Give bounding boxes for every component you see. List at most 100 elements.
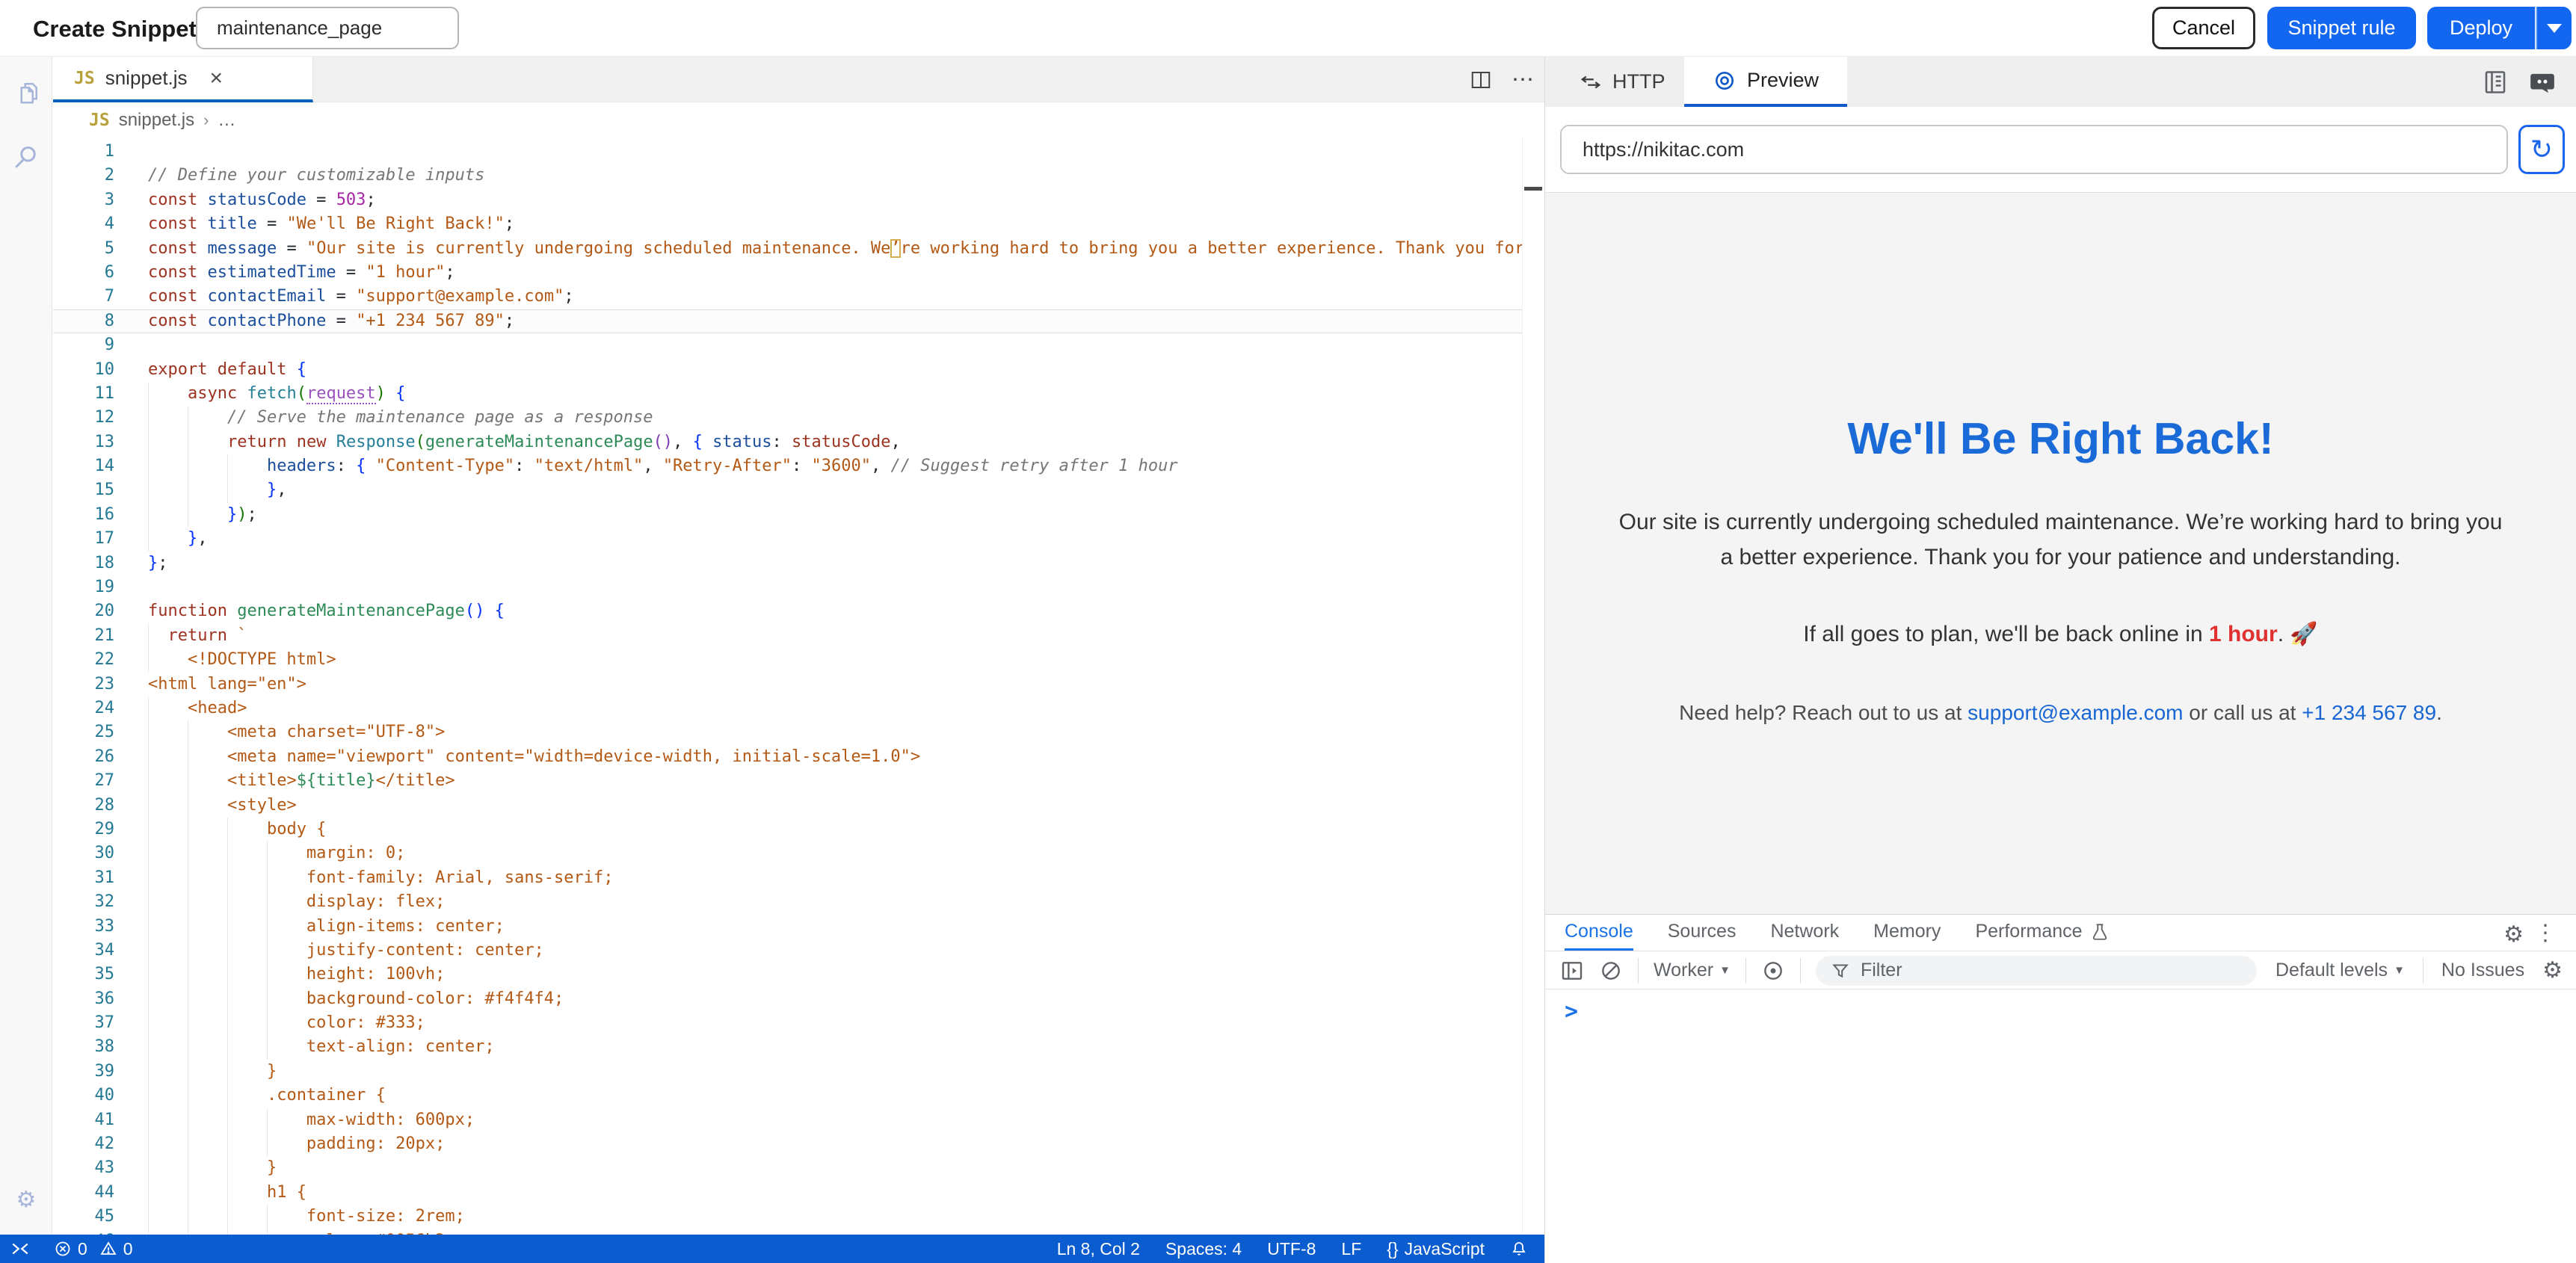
code-line[interactable]: 46 color: #0056b3 [53, 1229, 1522, 1235]
code-line[interactable]: 40 .container { [53, 1084, 1522, 1108]
snippet-name-input[interactable] [196, 7, 459, 49]
code-line[interactable]: 23<html lang="en"> [53, 673, 1522, 697]
code-line[interactable]: 34 justify-content: center; [53, 939, 1522, 963]
code-line[interactable]: 15 }, [53, 478, 1522, 502]
code-line[interactable]: 42 padding: 20px; [53, 1132, 1522, 1156]
indent-guide [267, 866, 268, 890]
code-line[interactable]: 37 color: #333; [53, 1011, 1522, 1035]
code-line[interactable]: 25 <meta charset="UTF-8"> [53, 720, 1522, 744]
code-line[interactable]: 41 max-width: 600px; [53, 1108, 1522, 1132]
code-line[interactable]: 29 body { [53, 818, 1522, 842]
console-filter-input[interactable]: Filter [1816, 956, 2257, 986]
code-token: statusCode [207, 191, 306, 209]
code-line[interactable]: 20function generateMaintenancePage() { [53, 599, 1522, 623]
support-email-link[interactable]: support@example.com [1968, 701, 2183, 724]
problems-indicator[interactable]: 0 0 [54, 1239, 133, 1259]
code-line[interactable]: 22 <!DOCTYPE html> [53, 648, 1522, 672]
code-line[interactable]: 28 <style> [53, 794, 1522, 818]
deploy-button[interactable]: Deploy [2427, 7, 2535, 49]
code-line[interactable]: 11 async fetch(request) { [53, 382, 1522, 406]
code-line[interactable]: 36 background-color: #f4f4f4; [53, 987, 1522, 1011]
code-line[interactable]: 30 margin: 0; [53, 842, 1522, 865]
breadcrumb[interactable]: JS snippet.js › … [53, 103, 1544, 138]
devtools-tab-memory[interactable]: Memory [1873, 915, 1941, 951]
code-line[interactable]: 27 <title>${title}</title> [53, 769, 1522, 793]
code-line[interactable]: 7const contactEmail = "support@example.c… [53, 285, 1522, 309]
devtools-kebab-menu-icon[interactable]: ⋮ [2534, 920, 2557, 946]
code-line[interactable]: 9 [53, 333, 1522, 357]
code-line[interactable]: 8const contactPhone = "+1 234 567 89"; [53, 309, 1522, 333]
files-icon[interactable] [10, 78, 43, 111]
worker-context-dropdown[interactable]: Worker ▼ [1654, 960, 1731, 981]
remote-indicator-icon[interactable] [10, 1239, 30, 1259]
code-line[interactable]: 6const estimatedTime = "1 hour"; [53, 261, 1522, 285]
devtools-tab-network[interactable]: Network [1770, 915, 1839, 951]
search-icon[interactable] [10, 140, 43, 173]
code-line[interactable]: 4const title = "We'll Be Right Back!"; [53, 212, 1522, 236]
breadcrumb-more[interactable]: … [218, 110, 235, 131]
code-line[interactable]: 31 font-family: Arial, sans-serif; [53, 866, 1522, 890]
code-line[interactable]: 1 [53, 140, 1522, 164]
deploy-dropdown-button[interactable] [2536, 7, 2572, 49]
docs-book-icon[interactable] [2482, 69, 2509, 96]
tab-preview[interactable]: Preview [1684, 57, 1847, 107]
devtools-tab-sources[interactable]: Sources [1668, 915, 1737, 951]
editor-scrollbar[interactable] [1522, 138, 1544, 1235]
code-line[interactable]: 33 align-items: center; [53, 915, 1522, 939]
clear-console-icon[interactable] [1599, 959, 1623, 983]
close-icon[interactable]: × [210, 66, 224, 91]
console-prompt-chevron[interactable]: > [1565, 998, 1578, 1025]
preview-url-input[interactable] [1560, 125, 2508, 174]
settings-gear-icon[interactable]: ⚙ [10, 1184, 43, 1217]
refresh-button[interactable]: ↻ [2518, 125, 2565, 174]
code-line[interactable]: 24 <head> [53, 697, 1522, 720]
console-sidebar-toggle-icon[interactable] [1560, 959, 1584, 983]
more-actions-icon[interactable]: ⋯ [1512, 67, 1534, 93]
console-settings-gear-icon[interactable]: ⚙ [2542, 957, 2563, 983]
notifications-bell-icon[interactable] [1510, 1240, 1528, 1258]
breadcrumb-file[interactable]: snippet.js [119, 110, 194, 131]
code-line[interactable]: 13 return new Response(generateMaintenan… [53, 430, 1522, 454]
code-token: { [297, 360, 306, 379]
console-output[interactable]: > [1545, 989, 2576, 1263]
tab-snippet-js[interactable]: JS snippet.js × [53, 57, 313, 102]
code-line[interactable]: 12 // Serve the maintenance page as a re… [53, 406, 1522, 430]
code-line[interactable]: 35 height: 100vh; [53, 963, 1522, 986]
split-editor-icon[interactable] [1470, 69, 1492, 91]
eol-indicator[interactable]: LF [1341, 1239, 1361, 1259]
cursor-position-indicator[interactable]: Ln 8, Col 2 [1057, 1239, 1140, 1259]
language-mode-indicator[interactable]: {} JavaScript [1387, 1239, 1485, 1259]
code-line[interactable]: 19 [53, 575, 1522, 599]
code-line[interactable]: 16 }); [53, 503, 1522, 527]
live-expression-eye-icon[interactable] [1761, 959, 1785, 983]
code-line[interactable]: 18}; [53, 552, 1522, 575]
code-line[interactable]: 44 h1 { [53, 1181, 1522, 1205]
code-line[interactable]: 21 return ` [53, 624, 1522, 648]
no-issues-label[interactable]: No Issues [2441, 960, 2524, 981]
code-editor[interactable]: 12// Define your customizable inputs3con… [53, 138, 1544, 1235]
indentation-indicator[interactable]: Spaces: 4 [1165, 1239, 1242, 1259]
phone-link[interactable]: +1 234 567 89 [2302, 701, 2436, 724]
code-line[interactable]: 32 display: flex; [53, 890, 1522, 914]
devtools-tab-console[interactable]: Console [1565, 915, 1633, 951]
warning-count: 0 [123, 1239, 133, 1259]
tab-http[interactable]: HTTP [1566, 57, 1679, 107]
code-line[interactable]: 26 <meta name="viewport" content="width=… [53, 745, 1522, 769]
devtools-tab-performance[interactable]: Performance [1975, 915, 2109, 951]
default-levels-dropdown[interactable]: Default levels ▼ [2275, 960, 2405, 981]
code-line[interactable]: 45 font-size: 2rem; [53, 1205, 1522, 1229]
discord-icon[interactable] [2528, 68, 2557, 96]
code-line[interactable]: 5const message = "Our site is currently … [53, 237, 1522, 261]
code-line[interactable]: 17 }, [53, 527, 1522, 551]
snippet-rule-button[interactable]: Snippet rule [2267, 7, 2416, 49]
code-line[interactable]: 2// Define your customizable inputs [53, 164, 1522, 188]
encoding-indicator[interactable]: UTF-8 [1267, 1239, 1316, 1259]
code-line[interactable]: 38 text-align: center; [53, 1035, 1522, 1059]
cancel-button[interactable]: Cancel [2152, 7, 2255, 49]
code-line[interactable]: 3const statusCode = 503; [53, 188, 1522, 212]
devtools-settings-gear-icon[interactable]: ⚙ [2503, 921, 2524, 948]
code-line[interactable]: 14 headers: { "Content-Type": "text/html… [53, 454, 1522, 478]
code-line[interactable]: 43 } [53, 1156, 1522, 1180]
code-line[interactable]: 10export default { [53, 358, 1522, 382]
code-line[interactable]: 39 } [53, 1060, 1522, 1084]
